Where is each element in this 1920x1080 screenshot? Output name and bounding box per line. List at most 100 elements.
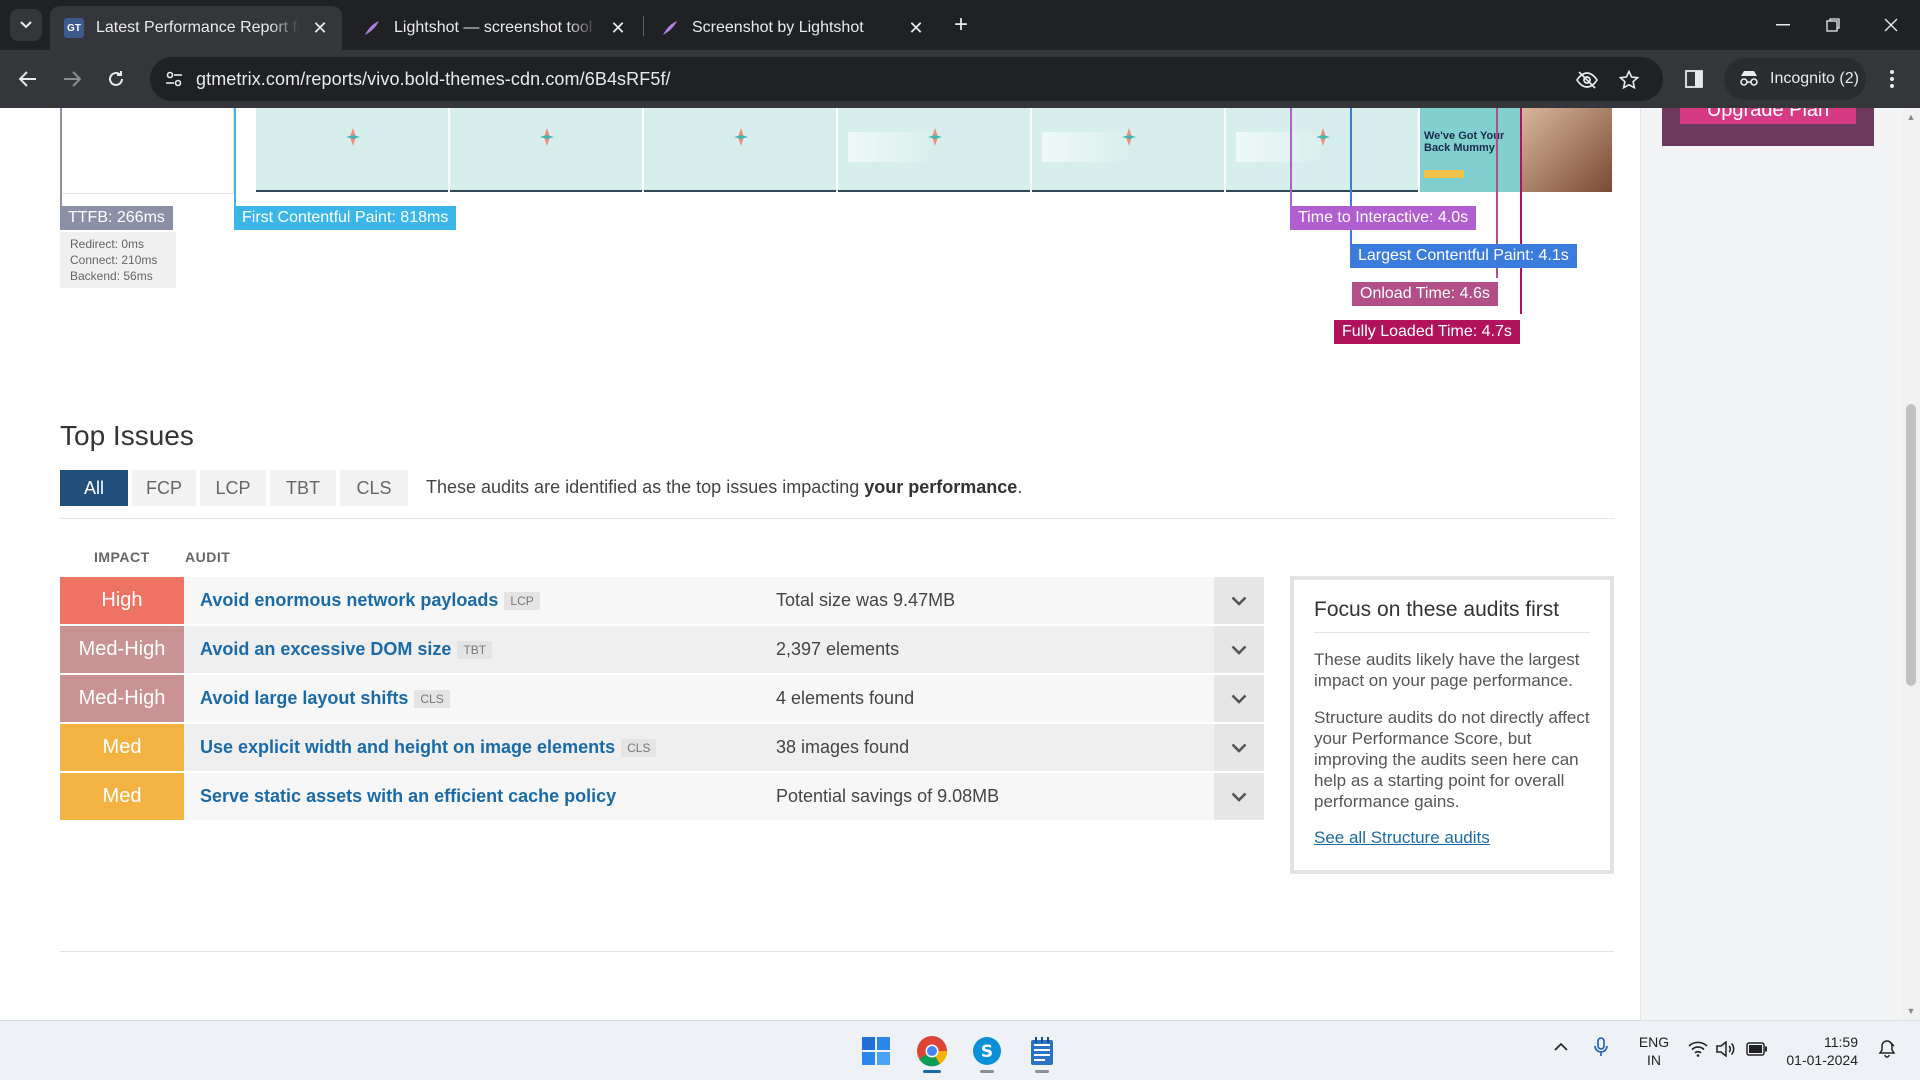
notifications-button[interactable] — [1878, 1040, 1896, 1063]
scroll-up-arrow-icon[interactable]: ▲ — [1906, 112, 1916, 122]
address-bar[interactable]: gtmetrix.com/reports/vivo.bold-themes-cd… — [150, 57, 1663, 101]
ttfb-label: TTFB: 266ms — [60, 206, 173, 230]
site-logo-icon — [1122, 128, 1136, 146]
close-icon — [1884, 18, 1898, 32]
taskbar-chrome[interactable] — [912, 1031, 952, 1073]
audit-column-header: AUDIT — [185, 549, 231, 565]
open-indicator — [1035, 1070, 1049, 1073]
clock[interactable]: 11:59 01-01-2024 — [1780, 1033, 1858, 1069]
feather-favicon-icon — [660, 18, 680, 38]
skype-icon: S — [973, 1037, 1001, 1065]
audit-title-link[interactable]: Avoid an excessive DOM size TBT — [200, 626, 493, 673]
audit-title-link[interactable]: Use explicit width and height on image e… — [200, 724, 657, 771]
back-button[interactable] — [12, 63, 44, 95]
top-issues-title: Top Issues — [60, 420, 194, 451]
issue-row[interactable]: Med Use explicit width and height on imag… — [60, 724, 1264, 771]
divider — [60, 951, 1614, 952]
open-indicator — [980, 1070, 994, 1073]
close-tab-icon[interactable]: ✕ — [610, 18, 626, 39]
volume-button[interactable] — [1716, 1040, 1736, 1062]
issue-row[interactable]: High Avoid enormous network payloads LCP To… — [60, 577, 1264, 624]
expand-row-button[interactable] — [1214, 675, 1264, 722]
issue-row[interactable]: Med Serve static assets with an efficient… — [60, 773, 1264, 820]
active-indicator — [923, 1070, 941, 1073]
bookmark-star-icon[interactable] — [1616, 67, 1642, 93]
tracking-protection-eye-icon[interactable] — [1574, 67, 1600, 93]
onload-label: Onload Time: 4.6s — [1352, 282, 1498, 306]
audit-title-link[interactable]: Serve static assets with an efficient ca… — [200, 773, 616, 820]
more-vertical-icon — [1890, 70, 1894, 88]
tab-search-button[interactable] — [10, 9, 42, 41]
lcp-label: Largest Contentful Paint: 4.1s — [1350, 244, 1577, 268]
audit-result: 2,397 elements — [776, 639, 900, 659]
metric-tag: CLS — [414, 689, 450, 708]
audit-title-link[interactable]: Avoid large layout shifts CLS — [200, 675, 450, 722]
filter-all[interactable]: All — [60, 470, 128, 506]
scroll-down-arrow-icon[interactable]: ▼ — [1906, 1006, 1916, 1016]
expand-row-button[interactable] — [1214, 577, 1264, 624]
browser-menu-button[interactable] — [1880, 65, 1904, 93]
tti-label: Time to Interactive: 4.0s — [1290, 206, 1477, 230]
expand-row-button[interactable] — [1214, 626, 1264, 673]
site-settings-icon[interactable] — [164, 69, 184, 89]
tab-gtmetrix[interactable]: GT Latest Performance Report for: h ✕ — [50, 6, 342, 50]
language-indicator[interactable]: ENG IN — [1636, 1033, 1672, 1069]
expand-row-button[interactable] — [1214, 773, 1264, 820]
start-button[interactable] — [856, 1031, 896, 1071]
new-tab-button[interactable]: + — [946, 10, 976, 40]
gtmetrix-favicon-icon: GT — [64, 18, 84, 38]
impact-badge: High — [60, 577, 184, 624]
battery-button[interactable] — [1746, 1042, 1768, 1061]
battery-charging-icon — [1746, 1042, 1767, 1056]
filter-tbt[interactable]: TBT — [270, 470, 336, 506]
expand-row-button[interactable] — [1214, 724, 1264, 771]
clock-time: 11:59 — [1824, 1034, 1858, 1050]
tab-screenshot[interactable]: Screenshot by Lightshot ✕ — [646, 6, 938, 50]
side-panel-button[interactable] — [1678, 63, 1710, 95]
fcp-marker-line — [234, 108, 236, 208]
site-logo-icon — [1316, 128, 1330, 146]
close-tab-icon[interactable]: ✕ — [312, 18, 328, 39]
restore-icon — [1826, 18, 1840, 32]
fully-loaded-label: Fully Loaded Time: 4.7s — [1334, 320, 1520, 344]
chevron-down-icon — [1231, 743, 1247, 753]
page-scrollbar[interactable]: ▲ ▼ — [1902, 108, 1920, 1020]
filter-fcp[interactable]: FCP — [132, 470, 196, 506]
reload-button[interactable] — [100, 63, 132, 95]
restore-button[interactable] — [1810, 8, 1856, 42]
minimize-button[interactable] — [1760, 8, 1806, 42]
focus-paragraph-1: These audits likely have the largest imp… — [1314, 650, 1580, 690]
tab-title: Latest Performance Report for: h — [96, 19, 300, 36]
tab-separator — [643, 16, 644, 36]
show-hidden-icons-button[interactable] — [1554, 1039, 1568, 1057]
incognito-icon — [1738, 70, 1760, 89]
page-content: Upgrade Plan We've Got Your Back Mummy! … — [0, 108, 1920, 1020]
taskbar-notepad[interactable] — [1022, 1031, 1062, 1073]
close-tab-icon[interactable]: ✕ — [908, 18, 924, 39]
clock-date: 01-01-2024 — [1786, 1052, 1858, 1068]
filter-lcp[interactable]: LCP — [200, 470, 266, 506]
issue-row[interactable]: Med-High Avoid an excessive DOM size TBT 2,… — [60, 626, 1264, 673]
impact-badge: Med — [60, 773, 184, 820]
language-code: ENG — [1638, 1034, 1670, 1050]
metric-tag: LCP — [504, 591, 540, 610]
filmstrip-frame — [450, 108, 642, 192]
audit-result: 4 elements found — [776, 688, 915, 708]
minimize-icon — [1776, 24, 1790, 26]
incognito-button[interactable]: Incognito (2) — [1724, 58, 1866, 100]
audit-title-link[interactable]: Avoid enormous network payloads LCP — [200, 577, 540, 624]
see-structure-audits-link[interactable]: See all Structure audits — [1314, 828, 1590, 848]
upgrade-banner: Upgrade Plan — [1662, 108, 1874, 146]
forward-button[interactable] — [56, 63, 88, 95]
upgrade-plan-button[interactable]: Upgrade Plan — [1680, 108, 1856, 124]
audit-result: 38 images found — [776, 737, 910, 757]
filter-cls[interactable]: CLS — [340, 470, 408, 506]
tab-lightshot-tool[interactable]: Lightshot — screenshot tool for ✕ — [348, 6, 640, 50]
scroll-thumb[interactable] — [1906, 404, 1916, 686]
tab-bar: GT Latest Performance Report for: h ✕ Li… — [0, 0, 1920, 50]
network-button[interactable] — [1688, 1041, 1708, 1062]
close-window-button[interactable] — [1868, 8, 1914, 42]
issue-row[interactable]: Med-High Avoid large layout shifts CLS 4 el… — [60, 675, 1264, 722]
taskbar-skype[interactable]: S — [967, 1031, 1007, 1073]
microphone-button[interactable] — [1594, 1037, 1608, 1062]
